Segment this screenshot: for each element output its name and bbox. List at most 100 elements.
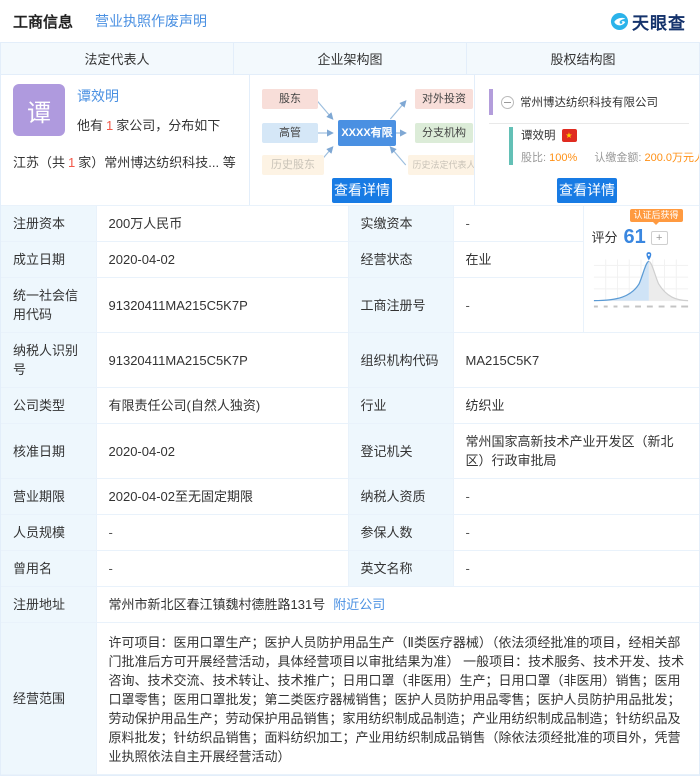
equity-view-detail-button[interactable]: 查看详情: [557, 178, 617, 203]
row-label: 工商注册号: [348, 278, 453, 333]
amount-value: 200.0万元人民币: [644, 152, 699, 164]
tab-business-info[interactable]: 工商信息: [13, 11, 73, 32]
org-node-executives[interactable]: 高管: [262, 123, 318, 143]
equity-root-company[interactable]: 常州博达纺织科技有限公司: [520, 94, 658, 110]
ratio-value: 100%: [549, 152, 577, 164]
row-label: 曾用名: [1, 551, 96, 587]
section-header-equity: 股权结构图: [467, 43, 699, 74]
brand-name: 天眼查: [632, 9, 686, 34]
row-value: 2020-04-02至无固定期限: [96, 479, 348, 515]
row-value: 91320411MA215C5K7P: [96, 278, 348, 333]
table-row-scope: 经营范围 许可项目：医用口罩生产；医护人员防护用品生产（Ⅱ类医疗器械）（依法须经…: [1, 623, 699, 775]
legal-rep-summary: 他有1家公司，分布如下: [77, 115, 220, 134]
score-panel: 认证后获得 评分 61 +: [583, 206, 699, 333]
china-flag-icon: ★: [562, 129, 577, 142]
equity-holder-name[interactable]: 谭效明: [521, 127, 556, 143]
table-row-address: 注册地址 常州市新北区春江镇魏村德胜路131号附近公司: [1, 587, 699, 623]
row-label: 公司类型: [1, 388, 96, 424]
org-node-branches[interactable]: 分支机构: [415, 123, 473, 143]
equity-child-bar: [509, 127, 513, 165]
row-value: 91320411MA215C5K7P: [96, 333, 348, 388]
collapse-minus-icon[interactable]: [501, 96, 514, 109]
section-header-org-chart: 企业架构图: [234, 43, 467, 74]
score-label: 评分: [592, 228, 618, 247]
summary-cards: 谭 谭效明 他有1家公司，分布如下 江苏（共1家）常州博达纺织科技... 等: [1, 75, 699, 205]
row-label: 经营状态: [348, 242, 453, 278]
org-node-history-shareholders[interactable]: 历史股东: [262, 155, 324, 175]
dist-count: 1: [65, 155, 78, 170]
section-header-row: 法定代表人 企业架构图 股权结构图: [1, 43, 699, 75]
table-row: 公司类型 有限责任公司(自然人独资) 行业 纺织业: [1, 388, 699, 424]
table-row: 营业期限 2020-04-02至无固定期限 纳税人资质 -: [1, 479, 699, 515]
row-value: -: [96, 515, 348, 551]
row-value: 在业: [453, 242, 583, 278]
row-value: 200万人民币: [96, 206, 348, 242]
dist-etc: 等: [223, 155, 236, 170]
business-scope-text: 许可项目：医用口罩生产；医护人员防护用品生产（Ⅱ类医疗器械）（依法须经批准的项目…: [96, 623, 699, 775]
row-value: 有限责任公司(自然人独资): [96, 388, 348, 424]
row-label: 参保人数: [348, 515, 453, 551]
org-chart-card: 股东 高管 历史股东 XXXX有限公司 对外投资 分支机构 历史法定代表人 查看…: [250, 75, 475, 205]
equity-root-node[interactable]: 常州博达纺织科技有限公司: [489, 89, 689, 124]
org-node-history-legal-rep[interactable]: 历史法定代表人: [408, 155, 475, 175]
table-row: 注册资本 200万人民币 实缴资本 - 认证后获得 评分 61 +: [1, 206, 699, 242]
summary-prefix: 他有: [77, 118, 103, 133]
legal-rep-avatar[interactable]: 谭: [13, 84, 65, 136]
row-label: 注册资本: [1, 206, 96, 242]
row-label: 核准日期: [1, 424, 96, 479]
address-value: 常州市新北区春江镇魏村德胜路131号: [109, 597, 326, 612]
row-value: 2020-04-02: [96, 242, 348, 278]
dist-prefix: 江苏（共: [13, 155, 65, 170]
section-header-legal-rep: 法定代表人: [1, 43, 234, 74]
dist-company: 家）常州博达纺织科技...: [78, 155, 219, 170]
table-row: 人员规模 - 参保人数 -: [1, 515, 699, 551]
equity-root-bar: [489, 89, 493, 115]
license-void-link[interactable]: 营业执照作废声明: [95, 11, 207, 31]
score-marker-pin: [646, 252, 651, 260]
row-label: 营业期限: [1, 479, 96, 515]
row-label: 英文名称: [348, 551, 453, 587]
row-label: 实缴资本: [348, 206, 453, 242]
legal-rep-name-link[interactable]: 谭效明: [77, 86, 220, 106]
row-label: 注册地址: [1, 587, 96, 623]
row-value: -: [453, 551, 699, 587]
org-node-shareholders[interactable]: 股东: [262, 89, 318, 109]
company-count: 1: [103, 118, 116, 133]
tianyancha-logo-icon: [610, 12, 629, 31]
row-value: 常州国家高新技术产业开发区（新北区）行政审批局: [453, 424, 699, 479]
ratio-label: 股比:: [521, 152, 546, 164]
amount-label: 认缴金额:: [594, 152, 641, 164]
org-node-company[interactable]: XXXX有限公司: [338, 120, 396, 146]
row-value: 纺织业: [453, 388, 699, 424]
legal-rep-card: 谭 谭效明 他有1家公司，分布如下 江苏（共1家）常州博达纺织科技... 等: [1, 75, 250, 205]
table-row: 曾用名 - 英文名称 -: [1, 551, 699, 587]
registration-info-table: 注册资本 200万人民币 实缴资本 - 认证后获得 评分 61 +: [1, 205, 699, 775]
row-value: -: [453, 515, 699, 551]
row-value: -: [96, 551, 348, 587]
score-value: 61: [624, 228, 646, 247]
org-chart-view-detail-button[interactable]: 查看详情: [332, 178, 392, 203]
score-badge: 认证后获得: [630, 209, 683, 222]
nearby-companies-link[interactable]: 附近公司: [333, 597, 385, 612]
row-label: 登记机关: [348, 424, 453, 479]
table-row: 核准日期 2020-04-02 登记机关 常州国家高新技术产业开发区（新北区）行…: [1, 424, 699, 479]
row-label: 成立日期: [1, 242, 96, 278]
org-node-outbound-investment[interactable]: 对外投资: [415, 89, 473, 109]
equity-child-node[interactable]: 谭效明 ★ 股比: 100% 认缴金额: 200.0万元人民币: [509, 127, 699, 165]
row-label: 经营范围: [1, 623, 96, 775]
row-label: 行业: [348, 388, 453, 424]
row-label: 纳税人识别号: [1, 333, 96, 388]
summary-suffix: 家公司，分布如下: [116, 118, 220, 133]
row-value: -: [453, 479, 699, 515]
tianyancha-logo[interactable]: 天眼查: [610, 9, 686, 34]
score-plus-button[interactable]: +: [651, 231, 668, 245]
business-info-panel: 法定代表人 企业架构图 股权结构图 谭 谭效明 他有1家公司，分布如下 江苏（共…: [0, 42, 700, 776]
row-label: 人员规模: [1, 515, 96, 551]
row-label: 组织机构代码: [348, 333, 453, 388]
legal-rep-distribution[interactable]: 江苏（共1家）常州博达纺织科技... 等: [13, 152, 237, 171]
address-cell: 常州市新北区春江镇魏村德胜路131号附近公司: [96, 587, 699, 623]
row-label: 统一社会信用代码: [1, 278, 96, 333]
row-value: MA215C5K7: [453, 333, 699, 388]
table-row: 纳税人识别号 91320411MA215C5K7P 组织机构代码 MA215C5…: [1, 333, 699, 388]
score-distribution-chart: [590, 251, 694, 318]
